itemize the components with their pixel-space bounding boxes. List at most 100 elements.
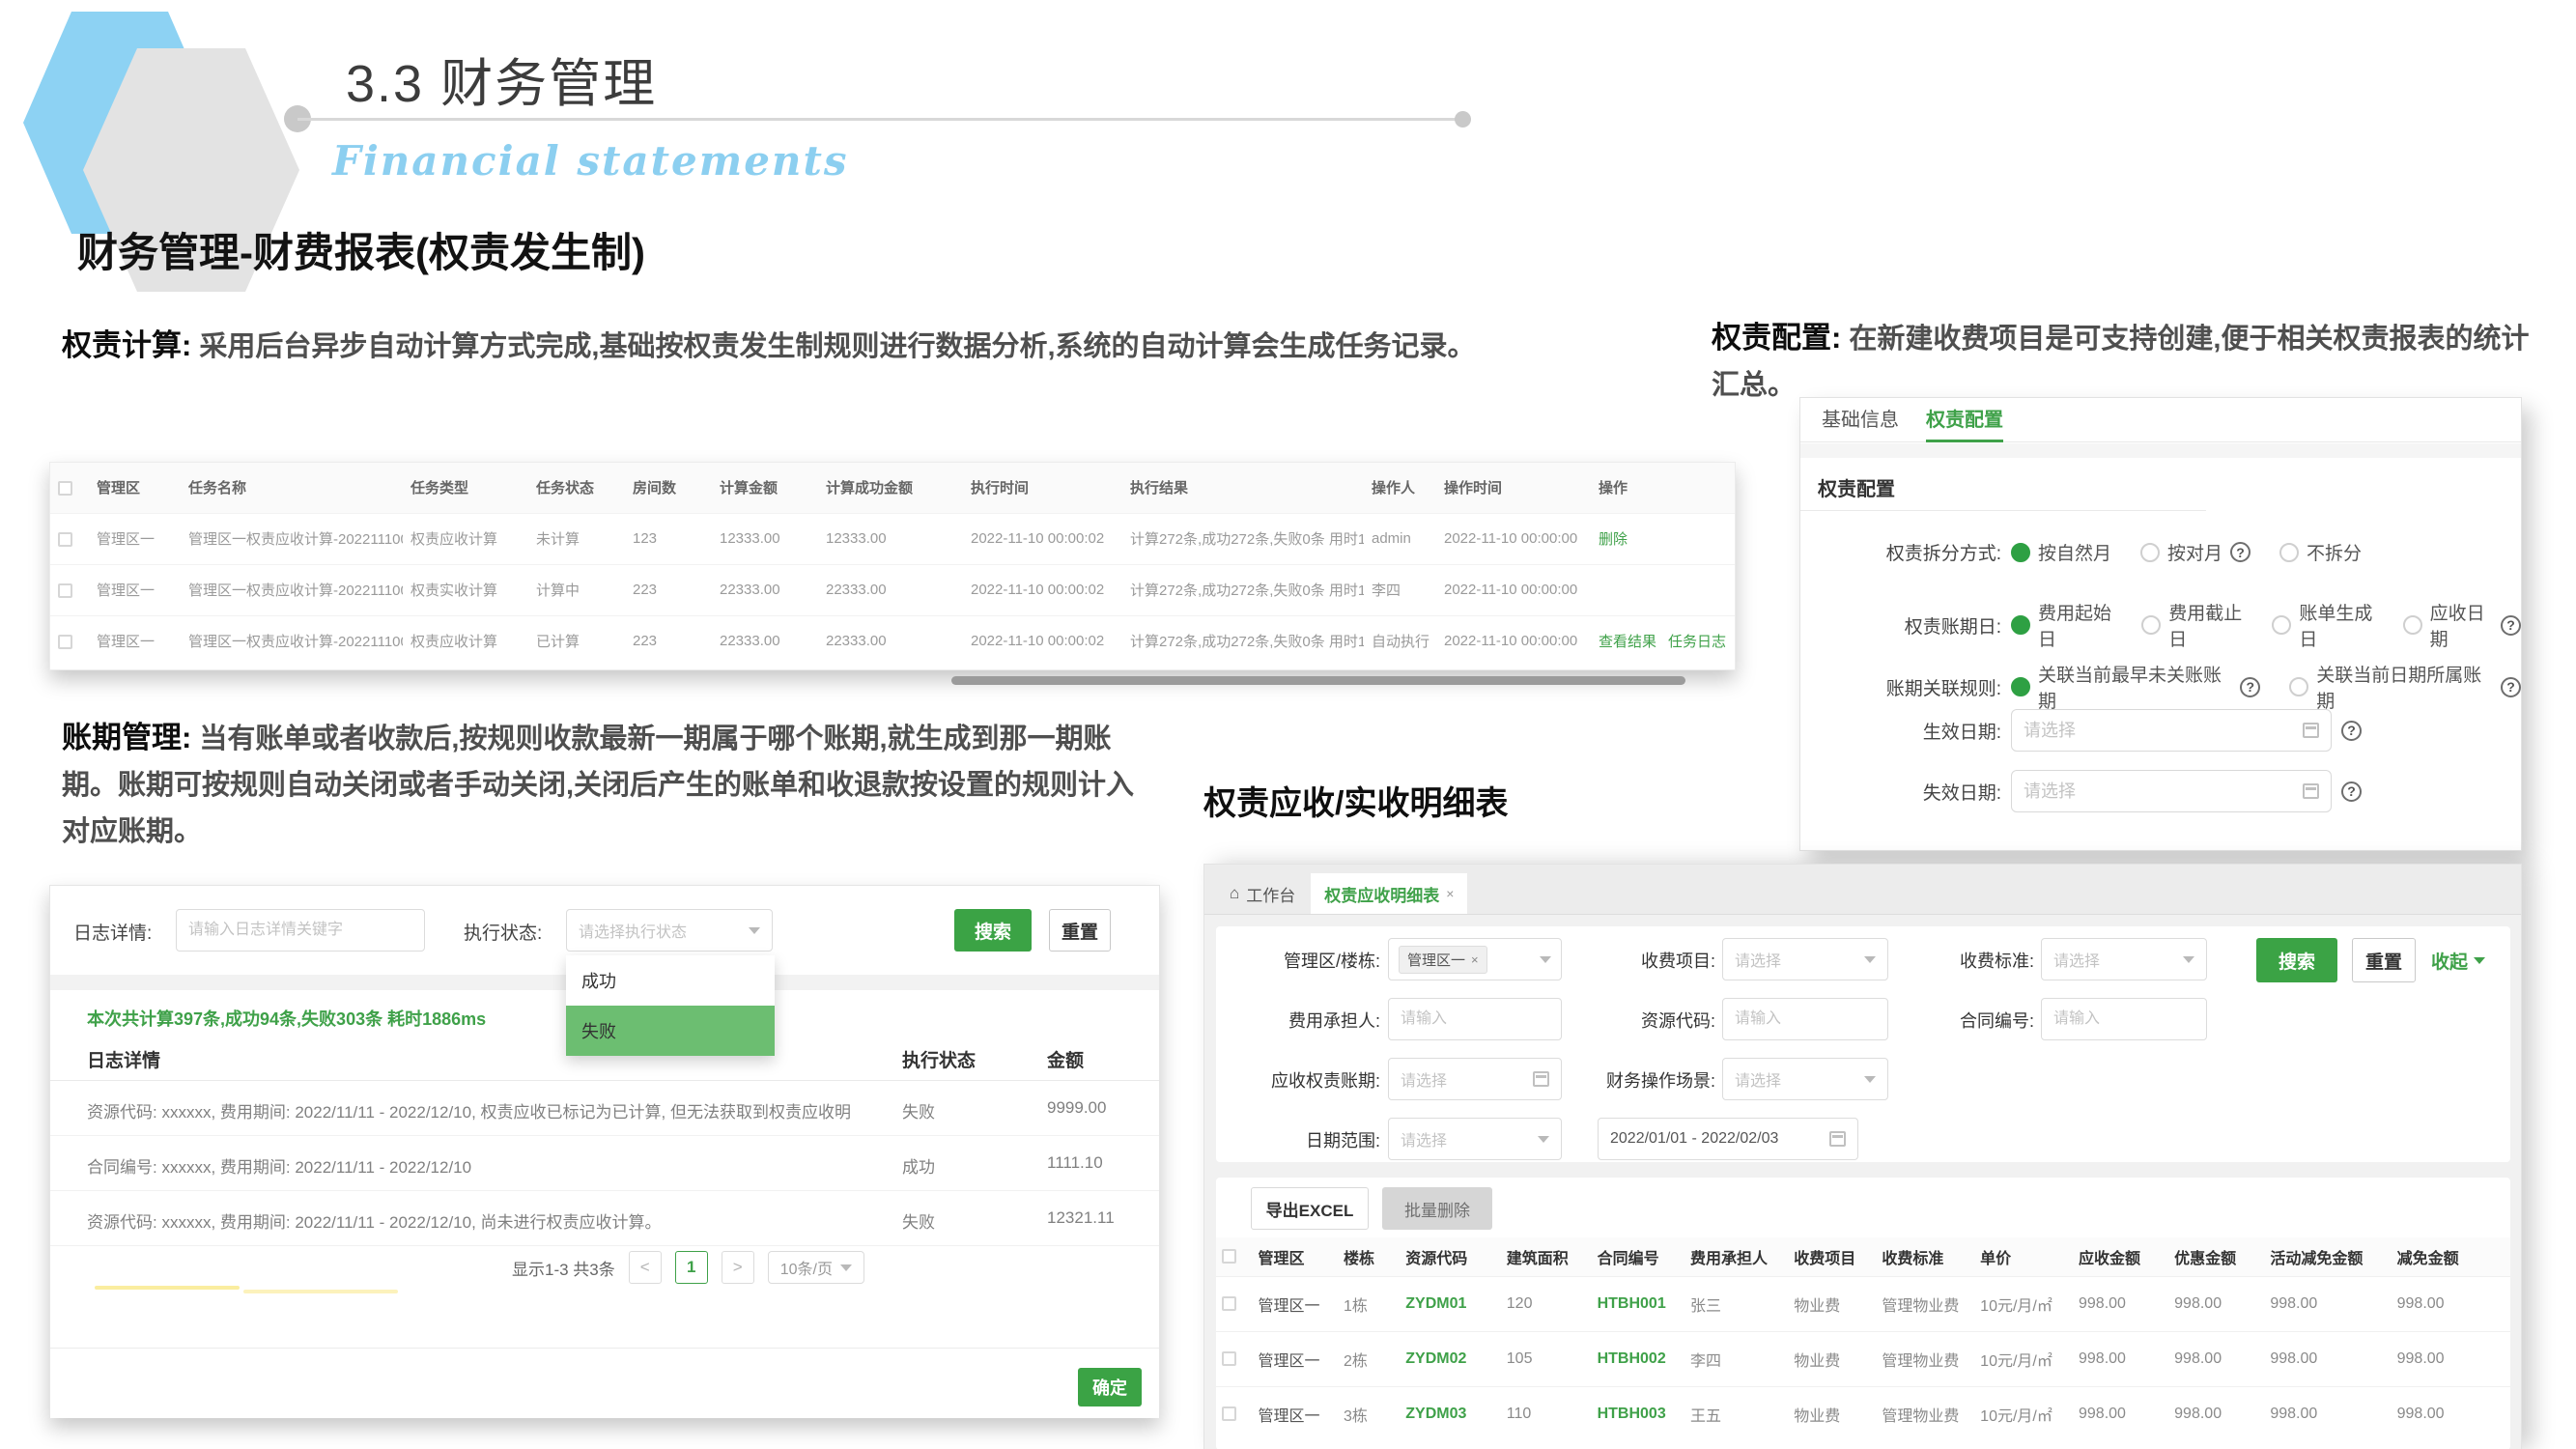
resource-code-link[interactable]: ZYDM03: [1400, 1386, 1501, 1441]
delete-link[interactable]: 删除: [1599, 531, 1628, 548]
filter-row-3: 应收权责账期: 请选择 财务操作场景: 请选择: [1216, 1058, 2510, 1100]
contract-no-link[interactable]: HTBH001: [1592, 1276, 1684, 1331]
help-icon[interactable]: ?: [2341, 721, 2362, 741]
help-icon[interactable]: ?: [2240, 677, 2260, 697]
paragraph-billing-period-label: 账期管理:: [62, 721, 191, 754]
charge-std-select[interactable]: 请选择: [2041, 938, 2207, 980]
radio-fee-start[interactable]: 费用起始日: [2011, 599, 2120, 651]
row-checkbox[interactable]: [58, 635, 72, 649]
chevron-down-icon: [749, 927, 760, 934]
cell-building: 2栋: [1338, 1331, 1400, 1386]
detail-search-button[interactable]: 搜索: [2256, 938, 2337, 982]
header-rule: [297, 118, 1461, 121]
cell-region: 管理区一: [89, 564, 181, 615]
export-excel-button[interactable]: 导出EXCEL: [1251, 1187, 1369, 1230]
tab-basic-info[interactable]: 基础信息: [1822, 398, 1899, 442]
resource-code-input[interactable]: [1722, 998, 1888, 1040]
exec-status-select[interactable]: 请选择执行状态: [566, 909, 773, 952]
col-task-status: 任务状态: [528, 463, 625, 513]
col-region: 管理区: [1253, 1237, 1338, 1276]
view-result-link[interactable]: 查看结果: [1599, 634, 1656, 650]
expire-date-input[interactable]: [2024, 781, 2265, 802]
radio-earliest-open-period[interactable]: 关联当前最早未关账账期 ?: [2011, 661, 2260, 713]
log-reset-button[interactable]: 重置: [1049, 909, 1111, 952]
help-icon[interactable]: ?: [2230, 542, 2250, 562]
row-checkbox[interactable]: [58, 583, 72, 598]
col-exec-result: 执行结果: [1122, 463, 1364, 513]
cell-receivable: 998.00: [2073, 1331, 2168, 1386]
receivable-period-picker[interactable]: 请选择: [1388, 1058, 1562, 1100]
confirm-button[interactable]: 确定: [1078, 1368, 1142, 1406]
contract-no-link[interactable]: HTBH002: [1592, 1331, 1684, 1386]
resource-code-link[interactable]: ZYDM01: [1400, 1276, 1501, 1331]
radio-receivable-date[interactable]: 应收日期 ?: [2403, 599, 2521, 651]
batch-delete-button[interactable]: 批量删除: [1382, 1187, 1492, 1230]
col-activity-discount: 活动减免金额: [2264, 1237, 2391, 1276]
paragraph-duty-config: 权责配置: 在新建收费项目是可支持创建,便于相关权责报表的统计汇总。: [1712, 315, 2531, 409]
effective-date-input[interactable]: [2024, 721, 2265, 741]
cell-region: 管理区一: [1253, 1386, 1338, 1441]
detail-reset-button[interactable]: 重置: [2352, 938, 2416, 982]
resource-code-link[interactable]: ZYDM02: [1400, 1331, 1501, 1386]
yellow-marker: [95, 1286, 240, 1290]
chip-remove-icon[interactable]: ×: [1471, 952, 1479, 967]
help-icon[interactable]: ?: [2501, 677, 2521, 697]
close-icon[interactable]: ×: [1446, 886, 1454, 901]
log-col-status: 执行状态: [902, 1046, 976, 1072]
help-icon[interactable]: ?: [2501, 615, 2521, 636]
radio-bill-date[interactable]: 账单生成日: [2272, 599, 2381, 651]
radio-natural-month[interactable]: 按自然月: [2011, 539, 2111, 565]
log-row: 资源代码: xxxxxx, 费用期间: 2022/11/11 - 2022/12…: [50, 1081, 1159, 1136]
row-checkbox[interactable]: [58, 532, 72, 547]
cell-exec-result: 计算272条,成功272条,失败0条 用时1245ms: [1122, 564, 1364, 615]
prev-page-button[interactable]: <: [629, 1251, 662, 1284]
log-cell-status: 失败: [902, 1208, 935, 1233]
finance-scene-select[interactable]: 请选择: [1722, 1058, 1888, 1100]
link-rule-label: 账期关联规则:: [1800, 674, 2001, 700]
dropdown-option-success[interactable]: 成功: [566, 955, 775, 1006]
radio-no-split[interactable]: 不拆分: [2279, 539, 2362, 565]
page-size-select[interactable]: 10条/页: [768, 1251, 864, 1284]
paragraph-duty-config-label: 权责配置:: [1712, 321, 1841, 355]
row-checkbox[interactable]: [1222, 1296, 1236, 1311]
radio-fee-end[interactable]: 费用截止日: [2141, 599, 2250, 651]
collapse-toggle[interactable]: 收起: [2431, 948, 2485, 974]
help-icon[interactable]: ?: [2341, 781, 2362, 802]
log-detail-input[interactable]: [176, 909, 425, 952]
cell-charge-item: 物业费: [1788, 1276, 1876, 1331]
horizontal-scrollbar[interactable]: [951, 676, 1685, 685]
log-search-button[interactable]: 搜索: [954, 909, 1032, 952]
radio-icon: [2140, 543, 2160, 562]
tab-duty-config[interactable]: 权责配置: [1926, 398, 2003, 442]
select-all-checkbox[interactable]: [1222, 1249, 1236, 1264]
current-page-button[interactable]: 1: [675, 1251, 708, 1284]
effective-date-picker[interactable]: [2011, 709, 2332, 752]
cell-rooms: 223: [625, 615, 712, 667]
contract-no-link[interactable]: HTBH003: [1592, 1386, 1684, 1441]
cell-operator: 李四: [1364, 564, 1436, 615]
select-all-checkbox[interactable]: [58, 481, 72, 496]
region-building-select[interactable]: 管理区一 ×: [1388, 938, 1562, 980]
radio-opposite-month[interactable]: 按对月 ?: [2140, 539, 2250, 565]
next-page-button[interactable]: >: [722, 1251, 754, 1284]
tab-receivable-detail[interactable]: 权责应收明细表 ×: [1311, 873, 1467, 914]
chevron-down-icon: [2474, 957, 2485, 964]
expire-date-picker[interactable]: [2011, 770, 2332, 812]
charge-item-select[interactable]: 请选择: [1722, 938, 1888, 980]
row-checkbox[interactable]: [1222, 1406, 1236, 1421]
cell-receivable: 998.00: [2073, 1386, 2168, 1441]
detail-table: 管理区 楼栋 资源代码 建筑面积 合同编号 费用承担人 收费项目 收费标准 单价…: [1216, 1237, 2510, 1441]
task-log-link[interactable]: 任务日志: [1668, 634, 1726, 650]
dropdown-option-fail[interactable]: 失败: [566, 1006, 775, 1056]
tab-workbench[interactable]: ⌂ 工作台: [1214, 873, 1311, 914]
cell-task-type: 权责应收计算: [403, 615, 528, 667]
log-detail-label: 日志详情:: [73, 919, 152, 945]
table-row: 管理区一 管理区一权责应收计算-20221110001 权责应收计算 未计算 1…: [50, 513, 1736, 564]
radio-current-date-period[interactable]: 关联当前日期所属账期 ?: [2289, 661, 2521, 713]
row-checkbox[interactable]: [1222, 1351, 1236, 1366]
date-range-picker[interactable]: 2022/01/01 - 2022/02/03: [1598, 1118, 1858, 1160]
col-operator: 操作人: [1364, 463, 1436, 513]
payer-input[interactable]: [1388, 998, 1562, 1040]
date-range-type-select[interactable]: 请选择: [1388, 1118, 1562, 1160]
contract-no-input[interactable]: [2041, 998, 2207, 1040]
